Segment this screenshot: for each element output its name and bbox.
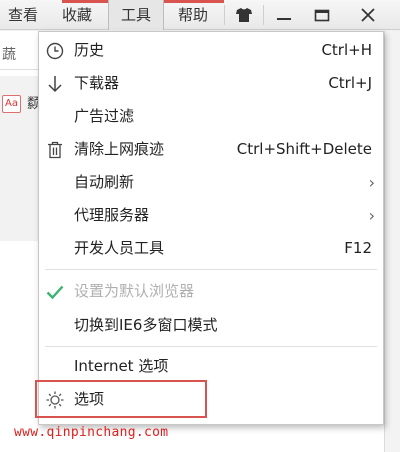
menu-item-shortcut: F12 (344, 239, 372, 257)
tools-menu: 历史 Ctrl+H 下载器 Ctrl+J 广告过滤 清除上网痕迹 Ctrl+Sh… (38, 31, 384, 425)
menu-item-label: Internet 选项 (74, 357, 169, 375)
clock-icon (45, 41, 65, 61)
menu-item-proxy[interactable]: 代理服务器 › (39, 199, 383, 232)
menu-item-label: 自动刷新 (74, 173, 135, 191)
menubar-divider (224, 5, 225, 25)
winbtn-divider (263, 5, 264, 25)
menu-item-label: 切换到IE6多窗口模式 (74, 316, 218, 334)
skin-button[interactable] (226, 0, 262, 30)
menu-item-internet-options[interactable]: Internet 选项 (39, 350, 383, 383)
chevron-right-icon: › (368, 173, 375, 192)
highlight-box (35, 380, 207, 418)
restore-icon (314, 9, 330, 22)
menu-bar: 查看 收藏 工具 帮助 (0, 0, 400, 30)
menu-item-label: 清除上网痕迹 (74, 140, 165, 158)
menu-view[interactable]: 查看 (0, 0, 46, 30)
menu-separator (45, 269, 377, 270)
menu-item-downloads[interactable]: 下载器 Ctrl+J (39, 67, 383, 100)
menu-tools[interactable]: 工具 (108, 0, 164, 30)
menu-item-label: 下载器 (74, 74, 120, 92)
close-button[interactable] (350, 0, 386, 30)
menu-item-ad-filter[interactable]: 广告过滤 (39, 100, 383, 133)
download-arrow-icon (45, 74, 65, 94)
menu-help[interactable]: 帮助 (168, 0, 218, 30)
menu-item-clear-history[interactable]: 清除上网痕迹 Ctrl+Shift+Delete (39, 133, 383, 166)
menu-item-label: 广告过滤 (74, 107, 135, 125)
minimize-button[interactable] (266, 0, 302, 30)
right-scroll-area (384, 31, 400, 452)
menu-favorites[interactable]: 收藏 (52, 0, 102, 30)
watermark: www.qinpinchang.com (14, 425, 169, 440)
menu-item-shortcut: Ctrl+H (321, 41, 372, 59)
menu-item-label: 代理服务器 (74, 206, 150, 224)
menu-item-shortcut: Ctrl+J (328, 74, 372, 92)
trash-icon (45, 140, 65, 160)
menu-item-label: 开发人员工具 (74, 239, 165, 257)
menu-item-set-default-browser: 设置为默认浏览器 (39, 275, 383, 308)
menu-item-ie6-mode[interactable]: 切换到IE6多窗口模式 (39, 309, 383, 342)
menu-item-dev-tools[interactable]: 开发人员工具 F12 (39, 232, 383, 265)
menu-item-shortcut: Ctrl+Shift+Delete (236, 140, 372, 158)
checkmark-icon (45, 282, 65, 302)
menu-item-auto-refresh[interactable]: 自动刷新 › (39, 166, 383, 199)
menu-separator (45, 346, 377, 347)
minimize-icon (277, 18, 291, 20)
close-icon (361, 8, 375, 22)
restore-button[interactable] (304, 0, 340, 30)
menu-item-label: 历史 (74, 41, 105, 59)
address-bar-fragment[interactable]: 蔬 (0, 40, 40, 70)
aa-badge: Aa (2, 95, 21, 113)
shirt-icon (236, 8, 252, 22)
menu-item-label: 设置为默认浏览器 (74, 282, 195, 300)
chevron-right-icon: › (368, 206, 375, 225)
menu-item-history[interactable]: 历史 Ctrl+H (39, 34, 383, 67)
